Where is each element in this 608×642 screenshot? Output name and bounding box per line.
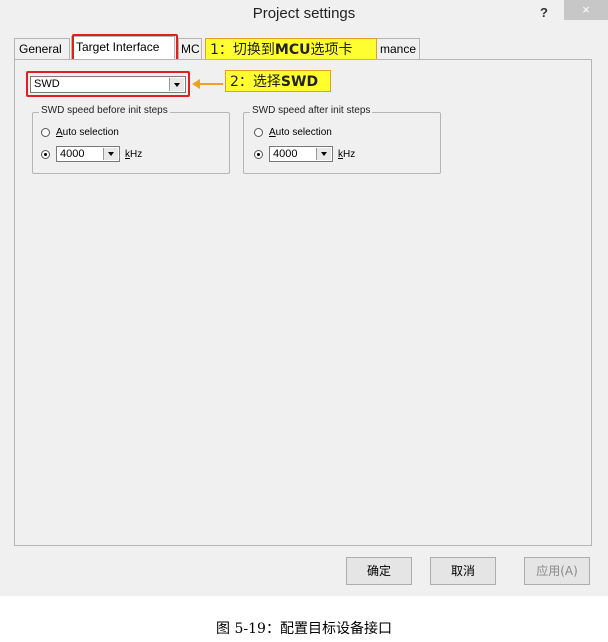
highlight-box-select bbox=[26, 71, 190, 97]
speed-before-auto-radio[interactable] bbox=[41, 128, 50, 137]
figure-caption: 图 5-19：配置目标设备接口 bbox=[216, 621, 392, 637]
apply-button[interactable]: 应用(A) bbox=[524, 557, 590, 585]
speed-before-auto-accel: A bbox=[56, 127, 63, 138]
speed-after-group: SWD speed after init steps Auto selectio… bbox=[243, 105, 441, 174]
annotation-step2-bold: SWD bbox=[280, 74, 319, 90]
ok-button[interactable]: 确定 bbox=[346, 557, 412, 585]
annotation-step1-prefix: 1：切换到 bbox=[210, 42, 275, 58]
chevron-down-icon bbox=[108, 152, 114, 156]
speed-after-manual-option[interactable]: 4000 k Hz bbox=[254, 146, 355, 162]
window-title: Project settings bbox=[252, 5, 356, 22]
speed-after-manual-radio[interactable] bbox=[254, 149, 263, 159]
chevron-down-icon bbox=[321, 152, 327, 156]
speed-before-manual-option[interactable]: 4000 k Hz bbox=[41, 146, 142, 162]
annotation-step2: 2：选择SWD bbox=[225, 70, 331, 92]
arrow-line bbox=[199, 83, 223, 85]
annotation-step1: 1：切换到MCU选项卡 bbox=[205, 38, 377, 60]
speed-after-value: 4000 bbox=[273, 148, 298, 160]
speed-before-label: SWD speed before init steps bbox=[39, 105, 170, 116]
speed-before-auto-text: uto selection bbox=[62, 127, 119, 138]
speed-after-unit-text: Hz bbox=[343, 148, 356, 160]
tab-general[interactable]: General bbox=[14, 38, 70, 59]
tab-performance[interactable]: mance bbox=[376, 38, 420, 59]
speed-after-auto-option[interactable]: Auto selection bbox=[254, 127, 332, 138]
annotation-step1-suffix: 选项卡 bbox=[310, 42, 353, 58]
close-button[interactable]: × bbox=[564, 0, 608, 20]
tab-mcu[interactable]: MC bbox=[178, 38, 202, 59]
speed-before-unit-text: Hz bbox=[130, 148, 143, 160]
speed-after-auto-accel: A bbox=[269, 127, 276, 138]
annotation-step2-prefix: 2：选择 bbox=[230, 74, 281, 90]
speed-before-value: 4000 bbox=[60, 148, 85, 160]
speed-before-manual-radio[interactable] bbox=[41, 149, 50, 159]
speed-after-select[interactable]: 4000 bbox=[269, 146, 333, 162]
speed-after-dropdown-button[interactable] bbox=[316, 148, 331, 160]
title-bar: Project settings ? × bbox=[0, 0, 608, 30]
speed-before-select[interactable]: 4000 bbox=[56, 146, 120, 162]
speed-before-dropdown-button[interactable] bbox=[103, 148, 118, 160]
speed-after-auto-text: uto selection bbox=[275, 127, 332, 138]
annotation-step1-bold: MCU bbox=[274, 42, 311, 58]
highlight-box-tab bbox=[72, 34, 178, 62]
help-button[interactable]: ? bbox=[534, 3, 554, 23]
speed-after-label: SWD speed after init steps bbox=[250, 105, 373, 116]
speed-before-group: SWD speed before init steps Auto selecti… bbox=[32, 105, 230, 174]
project-settings-dialog: Project settings ? × General Target Inte… bbox=[0, 0, 608, 596]
speed-before-auto-option[interactable]: Auto selection bbox=[41, 127, 119, 138]
speed-after-auto-radio[interactable] bbox=[254, 128, 263, 137]
cancel-button[interactable]: 取消 bbox=[430, 557, 496, 585]
